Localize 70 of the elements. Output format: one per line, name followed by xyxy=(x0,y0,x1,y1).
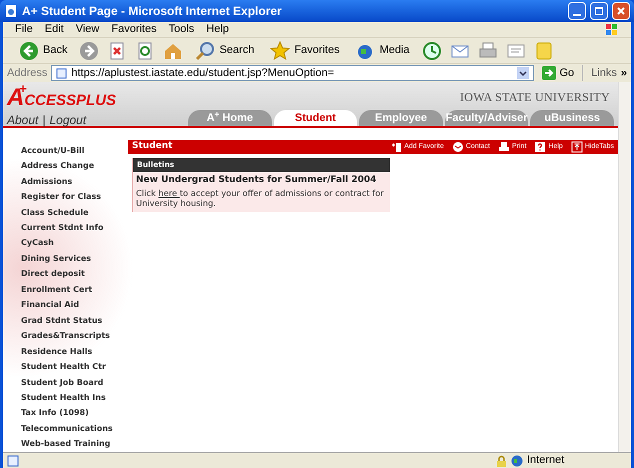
menu-item[interactable]: View xyxy=(76,21,100,38)
globe-icon xyxy=(511,454,523,466)
page-icon xyxy=(7,454,19,466)
menu-item[interactable]: Help xyxy=(206,21,229,38)
sidebar-link[interactable]: Student Job Board xyxy=(21,374,128,390)
arrow-icon xyxy=(542,66,556,80)
menu-item[interactable]: Tools xyxy=(168,21,194,38)
print-icon xyxy=(498,141,510,153)
media-button[interactable]: Media xyxy=(352,40,414,60)
menu-item[interactable]: Favorites xyxy=(111,21,157,38)
sidebar-link[interactable]: Class Schedule xyxy=(21,204,128,220)
menu-item[interactable]: Edit xyxy=(44,21,64,38)
sidebar-link[interactable]: Current Stdnt Info xyxy=(21,220,128,236)
sidebar-link[interactable]: Student Health Ctr xyxy=(21,359,128,375)
sidebar-link[interactable]: Student Health Ins xyxy=(21,390,128,406)
sidebar-link[interactable]: Register for Class xyxy=(21,189,128,205)
sidebar-link[interactable]: Grades&Transcripts xyxy=(21,328,128,344)
sidebar-link[interactable]: CyCash xyxy=(21,236,128,252)
lock-icon xyxy=(496,454,507,466)
favorites-button[interactable]: Favorites xyxy=(266,40,344,60)
windows-logo-icon xyxy=(605,22,619,36)
note-icon[interactable] xyxy=(534,40,554,60)
sidebar-link[interactable]: Address Change xyxy=(21,158,128,174)
here-link[interactable]: here xyxy=(158,188,180,198)
dropdown-icon[interactable] xyxy=(516,67,528,79)
university-name: IOWA STATE UNIVERSITY xyxy=(460,89,610,106)
minimize-button[interactable] xyxy=(568,2,586,20)
go-button[interactable]: Go xyxy=(538,64,578,82)
sidebar-link[interactable]: Dining Services xyxy=(21,251,128,267)
links-label[interactable]: Links xyxy=(582,64,617,82)
sidebar-link[interactable]: Telecommunications xyxy=(21,421,128,437)
close-button[interactable] xyxy=(612,2,630,20)
about-link[interactable]: About xyxy=(7,111,38,129)
menu-item[interactable]: File xyxy=(15,21,33,38)
logout-link[interactable]: Logout xyxy=(49,111,86,129)
sidebar-link[interactable]: Account/U-Bill xyxy=(21,143,128,158)
bulletin-text: Click here to accept your offer of admissions or contract for University housing. xyxy=(136,188,385,208)
favorites-icon[interactable] xyxy=(270,40,290,60)
tab[interactable]: Student xyxy=(274,110,358,126)
window-title: A+ Student Page - Microsoft Internet Explorer xyxy=(22,3,283,20)
forward-icon[interactable] xyxy=(79,40,100,60)
sidebar-link[interactable]: Enrollment Cert xyxy=(21,282,128,298)
sidebar-link[interactable]: Grad Stdnt Status xyxy=(21,312,128,328)
chevron-text[interactable]: » xyxy=(620,64,627,82)
sidebar-link[interactable]: Tax Info (1098) xyxy=(21,406,128,422)
zone-label: Internet xyxy=(527,453,566,468)
back-button[interactable]: Back xyxy=(15,40,72,60)
page-icon xyxy=(56,68,68,78)
sidebar-link[interactable]: Direct deposit xyxy=(21,266,128,282)
scrollbar[interactable] xyxy=(618,82,631,452)
favorite-icon xyxy=(390,141,402,153)
history-icon[interactable] xyxy=(422,40,442,60)
accessplus-logo: ACCESSPLUS + xyxy=(7,86,118,110)
print-icon[interactable] xyxy=(478,40,498,60)
separator-text: | xyxy=(42,112,46,129)
hide-icon xyxy=(570,141,583,153)
page-icon xyxy=(4,4,18,18)
sidebar-link[interactable]: Admissions xyxy=(21,174,128,190)
search-icon[interactable] xyxy=(195,40,216,60)
search-button[interactable]: Search xyxy=(191,40,258,60)
bulletin-title: New Undergrad Students for Summer/Fall 2004 xyxy=(136,174,378,187)
sidebar-link[interactable]: Residence Halls xyxy=(21,344,128,360)
section-title: Student xyxy=(132,140,174,154)
address-label: Address xyxy=(7,66,48,81)
sidebar-link[interactable]: Web-based Training xyxy=(21,436,128,452)
address-field[interactable]: https://aplustest.iastate.edu/student.jsp?MenuOption= xyxy=(51,65,534,81)
close-icon xyxy=(616,6,626,16)
back-icon[interactable] xyxy=(19,40,39,60)
maximize-button[interactable] xyxy=(590,2,608,20)
sidebar-link[interactable]: Financial Aid xyxy=(21,298,128,313)
